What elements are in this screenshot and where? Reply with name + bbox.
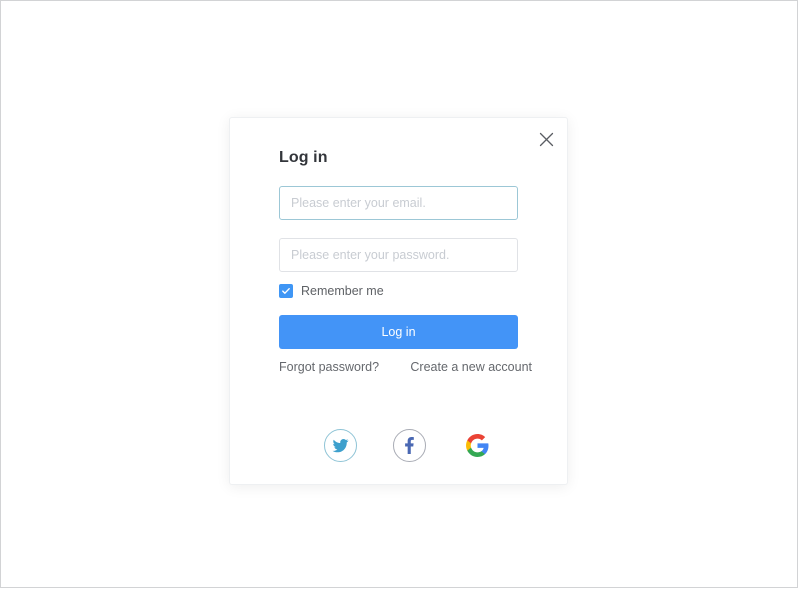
page-title: Log in — [279, 149, 328, 166]
forgot-password-link[interactable]: Forgot password? — [279, 360, 379, 374]
check-icon — [281, 286, 291, 296]
remember-me-label: Remember me — [301, 284, 384, 298]
password-field[interactable] — [279, 238, 518, 272]
twitter-login-button[interactable] — [324, 429, 357, 462]
facebook-icon — [401, 437, 418, 454]
google-icon — [465, 433, 490, 458]
close-button[interactable] — [533, 126, 559, 152]
page-frame: Log in Remember me Log in Forgot passwor… — [0, 0, 798, 588]
twitter-icon — [332, 437, 349, 454]
social-login-row — [324, 429, 494, 462]
remember-me-checkbox[interactable] — [279, 284, 293, 298]
facebook-login-button[interactable] — [392, 429, 426, 462]
google-login-button[interactable] — [461, 429, 494, 462]
close-icon — [539, 132, 554, 147]
email-field[interactable] — [279, 186, 518, 220]
links-row: Forgot password? Create a new account — [279, 360, 532, 374]
login-modal: Log in Remember me Log in Forgot passwor… — [229, 117, 568, 485]
remember-me-row[interactable]: Remember me — [279, 284, 384, 298]
login-button[interactable]: Log in — [279, 315, 518, 349]
create-account-link[interactable]: Create a new account — [410, 360, 532, 374]
